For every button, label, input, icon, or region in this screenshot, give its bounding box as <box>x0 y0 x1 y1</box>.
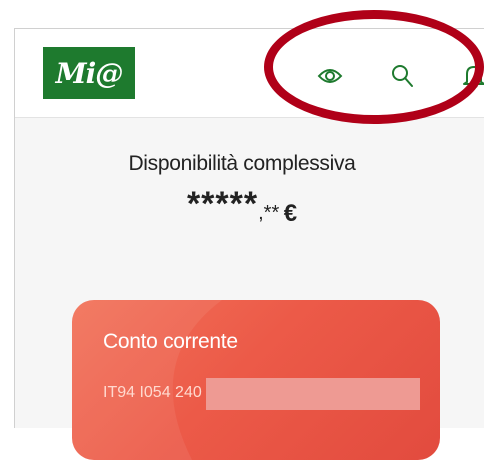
account-type-label: Conto corrente <box>103 330 238 353</box>
iban-redaction <box>206 378 420 410</box>
search-button[interactable] <box>387 61 417 91</box>
eye-icon <box>317 69 343 83</box>
balance-integer: ***** <box>186 185 259 223</box>
app-header: Mi@ <box>15 29 484 118</box>
show-balance-button[interactable] <box>315 61 345 91</box>
balance-decimal: ,** <box>258 202 280 224</box>
account-iban: IT94 I054 240 <box>103 384 202 401</box>
notifications-button[interactable] <box>459 61 484 91</box>
mia-logo[interactable]: Mi@ <box>43 47 135 99</box>
balance-label: Disponibilità complessiva <box>128 152 356 175</box>
account-card[interactable]: Conto corrente IT94 I054 240 <box>72 300 440 460</box>
balance-value[interactable]: *****,** € <box>0 185 484 228</box>
header-actions <box>315 61 484 91</box>
search-icon <box>392 65 413 87</box>
balance-currency: € <box>283 200 298 227</box>
bell-icon <box>463 66 484 89</box>
